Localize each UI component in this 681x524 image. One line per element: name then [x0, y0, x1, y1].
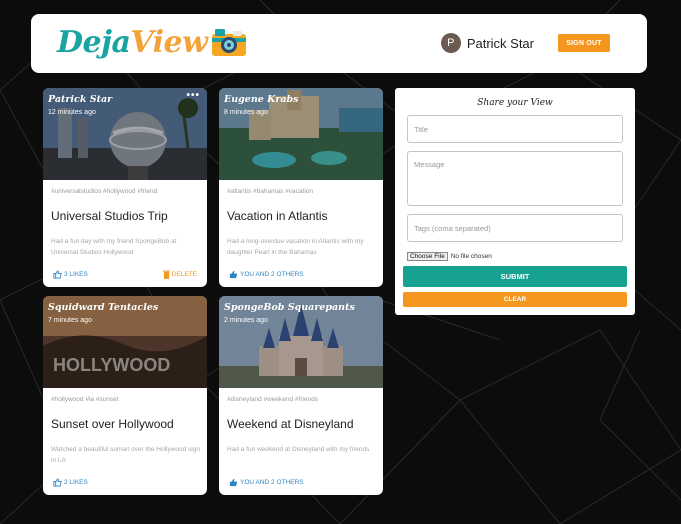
thumb-up-filled-icon: [229, 270, 238, 279]
trash-icon: [162, 270, 170, 279]
brand-name: DejaView: [57, 24, 208, 60]
app-header: DejaView P Patrick Star SIGN OUT: [31, 14, 647, 73]
title-input[interactable]: [407, 115, 623, 143]
post-message: Had a fun day with my friend SpongeBob a…: [51, 238, 177, 256]
post-tags: #atlantis #bahamas #vacation: [227, 188, 314, 195]
file-picker: Choose File No file chosen: [407, 252, 492, 261]
post-message: Had a long-overdue vacation in Atlantis …: [227, 238, 364, 256]
post-title: Weekend at Disneyland: [227, 417, 354, 431]
post-image: Eugene Krabs 8 minutes ago: [219, 88, 383, 180]
clear-button[interactable]: CLEAR: [403, 292, 627, 307]
form-heading: Share your View: [477, 98, 553, 108]
brand-logo-link[interactable]: DejaView: [57, 20, 247, 64]
post-title: Sunset over Hollywood: [51, 417, 174, 431]
like-button[interactable]: YOU AND 2 OTHERS: [229, 478, 304, 487]
post-title: Universal Studios Trip: [51, 209, 168, 223]
more-options-icon[interactable]: •••: [186, 90, 200, 101]
post-tags: #hollywood #la #sunset: [51, 396, 119, 403]
delete-button[interactable]: DELETE: [162, 270, 197, 279]
post-title: Vacation in Atlantis: [227, 209, 328, 223]
choose-file-button[interactable]: Choose File: [407, 252, 448, 261]
post-time: 2 minutes ago: [224, 317, 268, 324]
post-time: 7 minutes ago: [48, 317, 92, 324]
message-input[interactable]: [407, 151, 623, 206]
post-tags: #disneyland #weekend #friends: [227, 396, 319, 403]
share-form-panel: Share your View Choose File No file chos…: [395, 88, 635, 315]
like-count: 3 LIKES: [64, 271, 88, 278]
like-count: YOU AND 2 OTHERS: [240, 271, 304, 278]
submit-button[interactable]: SUBMIT: [403, 266, 627, 287]
like-button[interactable]: 3 LIKES: [53, 270, 88, 279]
sign-out-button[interactable]: SIGN OUT: [558, 34, 610, 52]
user-toolbar: P Patrick Star SIGN OUT: [440, 33, 610, 53]
post-card[interactable]: HOLLYWOOD Squidward Tentacles 7 minutes …: [43, 296, 207, 495]
post-card[interactable]: Eugene Krabs 8 minutes ago #atlantis #ba…: [219, 88, 383, 287]
like-button[interactable]: YOU AND 2 OTHERS: [229, 270, 304, 279]
post-card[interactable]: Patrick Star 12 minutes ago ••• #univers…: [43, 88, 207, 287]
post-message: Watched a beautiful sunset over the Holl…: [51, 446, 200, 464]
delete-label: DELETE: [171, 271, 197, 278]
camera-icon: [212, 29, 247, 56]
like-count: YOU AND 2 OTHERS: [240, 479, 304, 486]
thumb-up-outline-icon: [53, 478, 62, 487]
brand-view: View: [130, 24, 208, 60]
thumb-up-outline-icon: [53, 270, 62, 279]
post-image: HOLLYWOOD Squidward Tentacles 7 minutes …: [43, 296, 207, 388]
post-author: SpongeBob Squarepants: [224, 302, 355, 313]
svg-text:HOLLYWOOD: HOLLYWOOD: [53, 355, 170, 375]
post-tags: #universalstudios #hollywood #friend: [51, 188, 158, 195]
like-count: 2 LIKES: [64, 479, 88, 486]
tags-input[interactable]: [407, 214, 623, 242]
post-image: SpongeBob Squarepants 2 minutes ago: [219, 296, 383, 388]
like-button[interactable]: 2 LIKES: [53, 478, 88, 487]
thumb-up-filled-icon: [229, 478, 238, 487]
post-image: Patrick Star 12 minutes ago •••: [43, 88, 207, 180]
post-card[interactable]: SpongeBob Squarepants 2 minutes ago #dis…: [219, 296, 383, 495]
user-name: Patrick Star: [466, 35, 534, 51]
avatar[interactable]: P: [440, 33, 461, 53]
post-author: Eugene Krabs: [224, 94, 299, 105]
post-time: 8 minutes ago: [224, 109, 268, 116]
file-status: No file chosen: [450, 253, 492, 260]
post-time: 12 minutes ago: [48, 109, 96, 116]
post-author: Squidward Tentacles: [48, 302, 159, 313]
post-author: Patrick Star: [48, 94, 113, 105]
brand-deja: Deja: [57, 24, 131, 60]
post-message: Had a fun weekend at Disneyland with my …: [227, 446, 370, 453]
